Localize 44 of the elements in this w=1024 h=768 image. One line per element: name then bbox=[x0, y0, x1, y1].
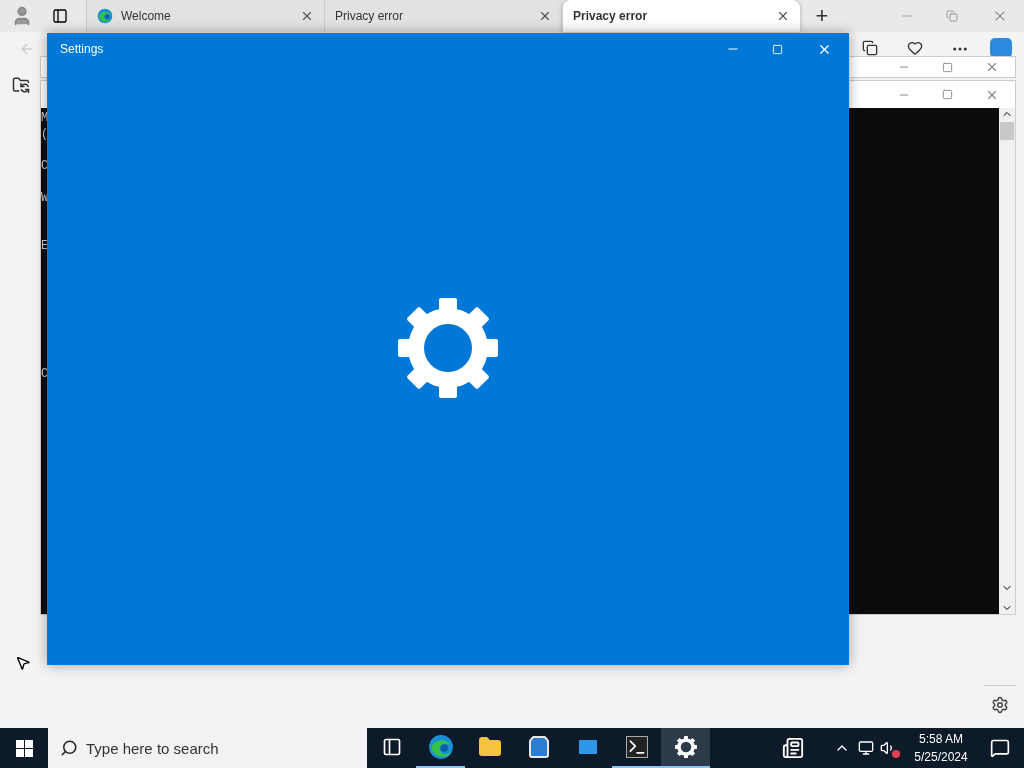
terminal-icon bbox=[625, 736, 648, 758]
collections-icon[interactable] bbox=[862, 40, 878, 56]
tab-title: Privacy error bbox=[573, 8, 649, 25]
tab-title: Privacy error bbox=[335, 8, 404, 25]
scrollbar[interactable] bbox=[999, 108, 1015, 614]
shopping-bag-icon bbox=[526, 735, 551, 759]
window-title: Settings bbox=[60, 41, 105, 58]
cursor-icon bbox=[15, 655, 31, 671]
maximize-icon[interactable] bbox=[942, 89, 953, 100]
browser-tab[interactable]: Privacy error bbox=[324, 0, 562, 32]
task-view-icon bbox=[381, 737, 402, 757]
clock-date[interactable]: 5/25/2024 bbox=[914, 748, 968, 766]
close-icon[interactable] bbox=[985, 60, 999, 74]
console-text: M bbox=[41, 110, 49, 126]
windows-logo-icon[interactable] bbox=[15, 739, 33, 757]
console-text: C bbox=[41, 366, 49, 382]
folder-icon bbox=[477, 735, 502, 759]
console-text: E bbox=[41, 238, 49, 254]
browser-tab[interactable]: Privacy error bbox=[562, 0, 800, 32]
scrollbar-thumb[interactable] bbox=[1000, 122, 1014, 140]
tab-actions-icon[interactable] bbox=[52, 8, 68, 24]
gear-icon bbox=[398, 298, 498, 398]
close-icon[interactable] bbox=[300, 9, 314, 23]
gear-icon bbox=[674, 736, 697, 758]
close-icon[interactable] bbox=[538, 9, 552, 23]
browser-tab[interactable]: Welcome bbox=[86, 0, 324, 32]
search-field[interactable]: Type here to search bbox=[48, 728, 367, 768]
network-icon[interactable] bbox=[858, 740, 874, 756]
news-icon[interactable] bbox=[782, 737, 804, 759]
heart-icon[interactable] bbox=[907, 40, 923, 56]
tab-title: Welcome bbox=[121, 8, 172, 25]
close-icon[interactable] bbox=[776, 9, 790, 23]
console-text: C bbox=[41, 158, 49, 174]
notifications-icon[interactable] bbox=[990, 738, 1010, 758]
folder-icon[interactable] bbox=[12, 76, 30, 94]
settings-icon[interactable] bbox=[991, 696, 1009, 714]
new-tab-button[interactable]: + bbox=[810, 4, 834, 28]
clock-time[interactable]: 5:58 AM bbox=[919, 730, 963, 748]
taskbar-app-button[interactable] bbox=[661, 728, 710, 768]
edge-icon bbox=[427, 734, 454, 760]
maximize-icon[interactable] bbox=[942, 61, 953, 73]
edge-icon bbox=[97, 8, 113, 24]
console-text: ( bbox=[41, 126, 49, 142]
search-icon bbox=[60, 739, 78, 757]
